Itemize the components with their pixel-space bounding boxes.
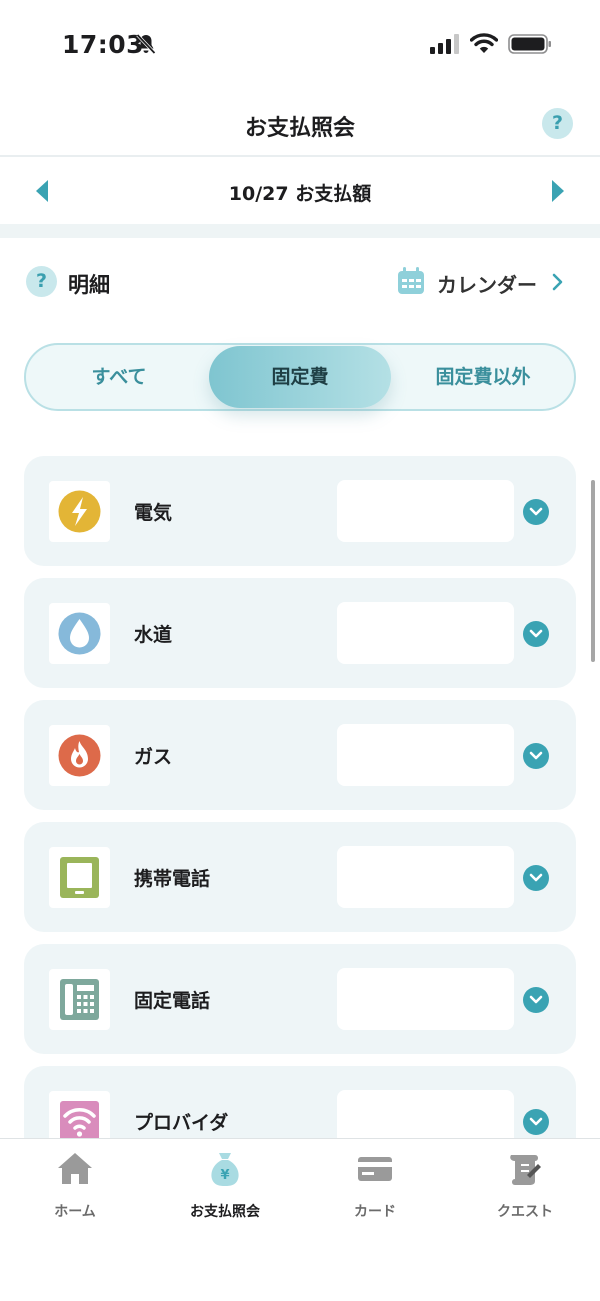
list-item[interactable]: 携帯電話 <box>24 822 576 932</box>
tab-label: クエスト <box>497 1204 553 1220</box>
amount-box <box>337 724 514 786</box>
wifi-router-icon <box>60 1101 99 1138</box>
tab-label: カード <box>354 1204 396 1220</box>
help-button[interactable]: ? <box>542 108 573 139</box>
chevron-down-icon[interactable] <box>523 1109 549 1135</box>
mobile-phone-icon <box>60 857 99 898</box>
status-time: 17:03 <box>62 30 145 59</box>
amount-box <box>337 480 514 542</box>
detail-label: 明細 <box>68 273 110 297</box>
category-segmented-control: すべて 固定費 固定費以外 <box>24 343 576 411</box>
landline-phone-icon <box>60 979 99 1020</box>
tab-home[interactable]: ホーム <box>0 1149 150 1229</box>
chevron-down-icon[interactable] <box>523 987 549 1013</box>
tab-label: ホーム <box>54 1204 96 1220</box>
item-label: 水道 <box>134 624 173 646</box>
wifi-icon <box>470 33 498 53</box>
water-drop-icon <box>58 612 101 655</box>
credit-card-icon <box>358 1157 392 1181</box>
list-item[interactable]: 水道 <box>24 578 576 688</box>
item-label: プロバイダ <box>134 1112 229 1134</box>
navigation-bar: お支払照会 ? <box>0 90 600 156</box>
flame-icon <box>58 734 101 777</box>
list-item[interactable]: ガス <box>24 700 576 810</box>
item-label: 電気 <box>134 502 173 524</box>
list-item[interactable]: プロバイダ <box>24 1066 576 1138</box>
amount-box <box>337 846 514 908</box>
detail-help-button[interactable]: ? <box>26 266 57 297</box>
calendar-icon <box>398 267 424 294</box>
section-separator <box>0 224 600 238</box>
amount-box <box>337 602 514 664</box>
segment-non-fixed-costs[interactable]: 固定費以外 <box>392 345 574 409</box>
item-label: ガス <box>134 746 173 768</box>
amount-box <box>337 968 514 1030</box>
calendar-label: カレンダー <box>437 273 537 297</box>
tab-card[interactable]: カード <box>300 1149 450 1229</box>
chevron-right-icon <box>552 273 563 291</box>
calendar-link[interactable]: カレンダー <box>396 264 570 300</box>
triangle-right-icon[interactable] <box>550 179 566 203</box>
house-icon <box>58 1153 92 1184</box>
page-title: お支払照会 <box>244 116 355 141</box>
cellular-signal-icon <box>430 34 459 54</box>
lightning-icon <box>58 490 101 533</box>
amount-box <box>337 1090 514 1138</box>
payment-list: 電気 水道 ガス 携帯電話 固定電話 プロバイダ <box>24 456 576 1138</box>
item-label: 固定電話 <box>134 990 211 1012</box>
svg-text:¥: ¥ <box>220 1168 229 1183</box>
bell-slash-icon <box>136 33 156 55</box>
scroll-quest-icon <box>510 1155 541 1185</box>
chevron-down-icon[interactable] <box>523 865 549 891</box>
segment-fixed-costs[interactable]: 固定費 <box>209 346 391 408</box>
payment-date-title: 10/27 お支払額 <box>228 183 372 205</box>
tab-payment-inquiry[interactable]: ¥ お支払照会 <box>150 1149 300 1229</box>
battery-icon <box>508 34 551 54</box>
chevron-down-icon[interactable] <box>523 621 549 647</box>
segment-all[interactable]: すべて <box>26 345 212 409</box>
date-selector: 10/27 お支払額 <box>0 157 600 224</box>
list-item[interactable]: 電気 <box>24 456 576 566</box>
chevron-down-icon[interactable] <box>523 499 549 525</box>
status-bar: 17:03 <box>0 0 600 90</box>
chevron-down-icon[interactable] <box>523 743 549 769</box>
tab-label: お支払照会 <box>190 1204 260 1220</box>
item-label: 携帯電話 <box>134 868 211 890</box>
scrollbar[interactable] <box>591 480 595 662</box>
tab-bar: ホーム ¥ お支払照会 カード クエスト <box>0 1138 600 1301</box>
tab-quest[interactable]: クエスト <box>450 1149 600 1229</box>
money-bag-icon: ¥ <box>211 1153 239 1186</box>
list-item[interactable]: 固定電話 <box>24 944 576 1054</box>
